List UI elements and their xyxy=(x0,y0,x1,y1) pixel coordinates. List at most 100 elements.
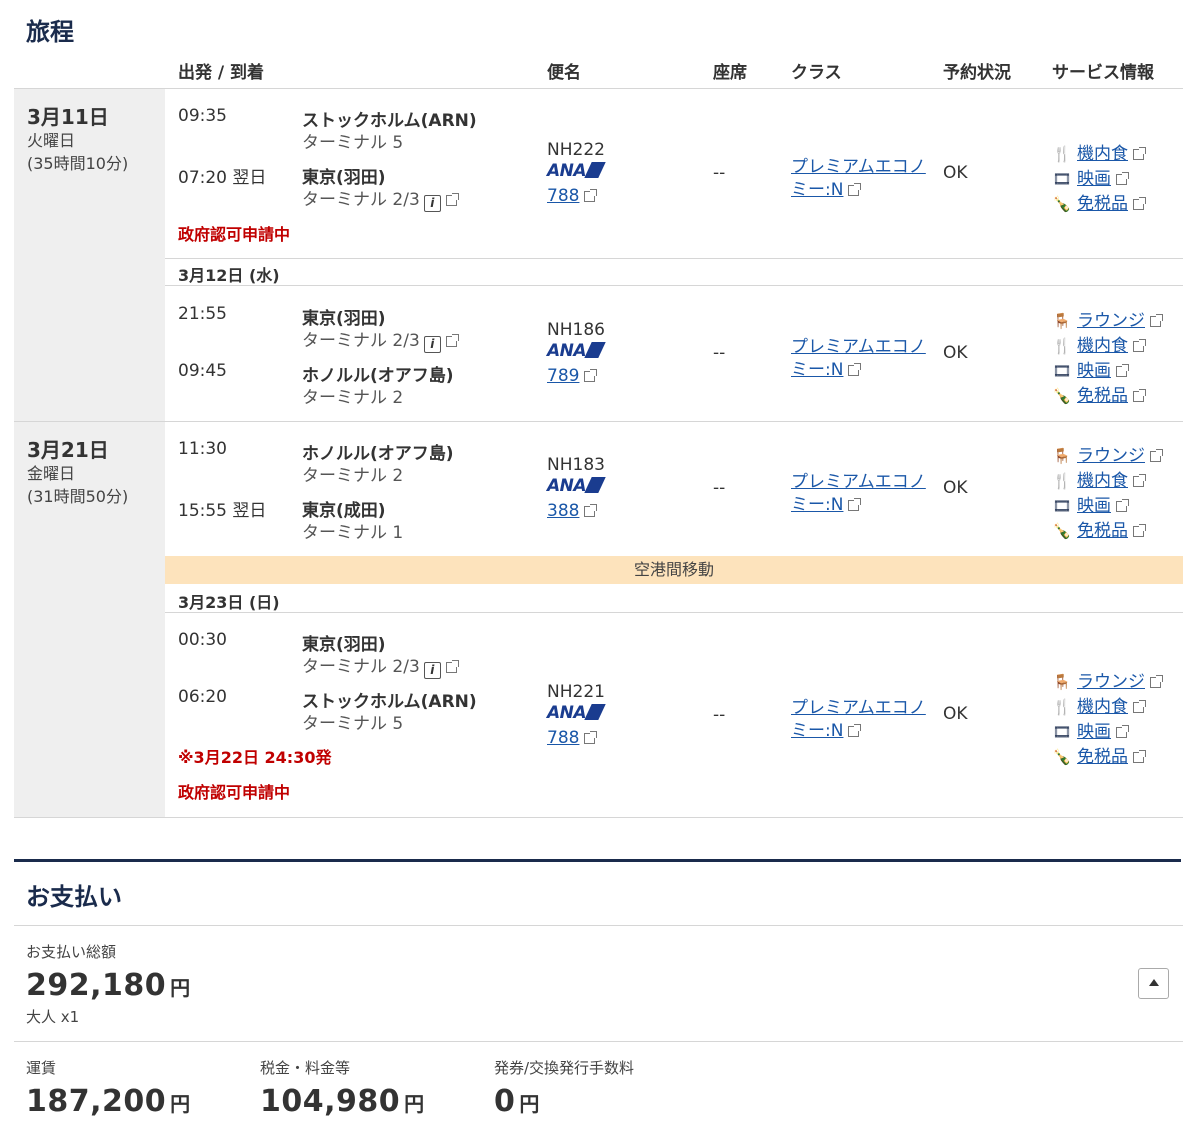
divider xyxy=(14,421,1183,422)
header-class: クラス xyxy=(791,63,842,83)
bottle-gift-icon: 🍾 xyxy=(1052,387,1072,405)
external-link-icon[interactable] xyxy=(1150,314,1163,327)
external-link-icon[interactable] xyxy=(1133,339,1146,352)
film-reel-icon: 🎞 xyxy=(1052,170,1072,188)
class-link[interactable]: プレミアムエコノ xyxy=(791,472,926,492)
service-link-dutyfree[interactable]: 免税品 xyxy=(1077,747,1128,767)
class-link[interactable]: プレミアムエコノ xyxy=(791,337,926,357)
aircraft-link[interactable]: 388 xyxy=(547,501,579,521)
header-status: 予約状況 xyxy=(943,63,1011,83)
external-link-icon[interactable] xyxy=(445,193,459,206)
external-link-icon[interactable] xyxy=(1116,172,1129,185)
external-link-icon[interactable] xyxy=(445,334,459,347)
class-link[interactable]: ミー:N xyxy=(791,180,843,200)
external-link-icon[interactable] xyxy=(584,369,598,382)
flight-number: NH183 xyxy=(547,455,605,475)
class-link[interactable]: ミー:N xyxy=(791,495,843,515)
external-link-icon[interactable] xyxy=(1150,449,1163,462)
service-link-movie[interactable]: 映画 xyxy=(1077,496,1111,516)
dep-terminal: ターミナル 5 xyxy=(302,133,404,153)
info-icon[interactable]: i xyxy=(423,195,441,212)
header-flight: 便名 xyxy=(547,63,581,83)
external-link-icon[interactable] xyxy=(1133,474,1146,487)
dep-terminal: ターミナル 2 xyxy=(302,466,404,486)
lounge-chair-icon: 🪑 xyxy=(1052,312,1072,330)
arr-terminal: ターミナル 2 xyxy=(302,388,404,408)
divider xyxy=(14,1041,1183,1042)
arr-terminal: ターミナル 2/3 xyxy=(302,190,420,210)
external-link-icon[interactable] xyxy=(848,498,862,511)
aircraft-link[interactable]: 788 xyxy=(547,186,579,206)
external-link-icon[interactable] xyxy=(445,660,459,673)
external-link-icon[interactable] xyxy=(584,504,598,517)
service-link-lounge[interactable]: ラウンジ xyxy=(1077,672,1145,692)
service-link-movie[interactable]: 映画 xyxy=(1077,361,1111,381)
external-link-icon[interactable] xyxy=(1133,147,1146,160)
external-link-icon[interactable] xyxy=(1133,750,1146,763)
divider xyxy=(14,817,1183,818)
external-link-icon[interactable] xyxy=(1150,675,1163,688)
ana-logo: ANA xyxy=(547,161,606,181)
service-link-lounge[interactable]: ラウンジ xyxy=(1077,311,1145,331)
service-link-lounge[interactable]: ラウンジ xyxy=(1077,446,1145,466)
header-dep-arr: 出発 / 到着 xyxy=(178,63,265,83)
divider xyxy=(165,285,1183,286)
service-link-movie[interactable]: 映画 xyxy=(1077,722,1111,742)
payment-title: お支払い xyxy=(26,883,122,911)
service-link-dutyfree[interactable]: 免税品 xyxy=(1077,521,1128,541)
status-ok: OK xyxy=(943,163,968,183)
external-link-icon[interactable] xyxy=(1116,364,1129,377)
external-link-icon[interactable] xyxy=(1116,725,1129,738)
external-link-icon[interactable] xyxy=(584,731,598,744)
class-link[interactable]: ミー:N xyxy=(791,721,843,741)
fee-label: 発券/交換発行手数料 xyxy=(494,1059,635,1077)
yen-unit: 円 xyxy=(170,1092,191,1116)
seat-value: -- xyxy=(713,343,726,363)
service-link-dutyfree[interactable]: 免税品 xyxy=(1077,194,1128,214)
external-link-icon[interactable] xyxy=(848,363,862,376)
external-link-icon[interactable] xyxy=(1116,499,1129,512)
fork-knife-icon: 🍴 xyxy=(1052,698,1072,716)
external-link-icon[interactable] xyxy=(848,724,862,737)
external-link-icon[interactable] xyxy=(1133,700,1146,713)
service-link-movie[interactable]: 映画 xyxy=(1077,169,1111,189)
class-link[interactable]: ミー:N xyxy=(791,360,843,380)
external-link-icon[interactable] xyxy=(1133,197,1146,210)
lounge-chair-icon: 🪑 xyxy=(1052,673,1072,691)
bottle-gift-icon: 🍾 xyxy=(1052,748,1072,766)
fare-label: 運賃 xyxy=(26,1059,57,1077)
status-ok: OK xyxy=(943,704,968,724)
journey-duration: (31時間50分) xyxy=(27,487,129,506)
aircraft-link[interactable]: 789 xyxy=(547,366,579,386)
service-link-meal[interactable]: 機内食 xyxy=(1077,144,1128,164)
class-link[interactable]: プレミアムエコノ xyxy=(791,698,926,718)
collapse-button[interactable] xyxy=(1138,968,1169,999)
sub-date: 3月23日 (日) xyxy=(178,593,280,612)
yen-unit: 円 xyxy=(404,1092,425,1116)
gov-approval-note: 政府認可申請中 xyxy=(178,783,291,802)
seat-value: -- xyxy=(713,705,726,725)
service-link-meal[interactable]: 機内食 xyxy=(1077,697,1128,717)
external-link-icon[interactable] xyxy=(1133,524,1146,537)
info-icon[interactable]: i xyxy=(423,336,441,353)
header-service: サービス情報 xyxy=(1052,63,1154,83)
flight-number: NH186 xyxy=(547,320,605,340)
service-link-meal[interactable]: 機内食 xyxy=(1077,471,1128,491)
divider xyxy=(14,88,1183,89)
service-link-meal[interactable]: 機内食 xyxy=(1077,336,1128,356)
divider xyxy=(165,612,1183,613)
external-link-icon[interactable] xyxy=(848,183,862,196)
external-link-icon[interactable] xyxy=(584,189,598,202)
airport-transfer-banner: 空港間移動 xyxy=(165,556,1183,584)
arr-terminal: ターミナル 1 xyxy=(302,523,404,543)
external-link-icon[interactable] xyxy=(1133,389,1146,402)
passenger-count: 大人 x1 xyxy=(26,1008,80,1026)
info-icon[interactable]: i xyxy=(423,662,441,679)
ana-logo: ANA xyxy=(547,476,606,496)
service-link-dutyfree[interactable]: 免税品 xyxy=(1077,386,1128,406)
fee-amount: 0 xyxy=(494,1084,516,1119)
class-link[interactable]: プレミアムエコノ xyxy=(791,157,926,177)
divider xyxy=(14,925,1183,926)
aircraft-link[interactable]: 788 xyxy=(547,728,579,748)
divider xyxy=(165,258,1183,259)
